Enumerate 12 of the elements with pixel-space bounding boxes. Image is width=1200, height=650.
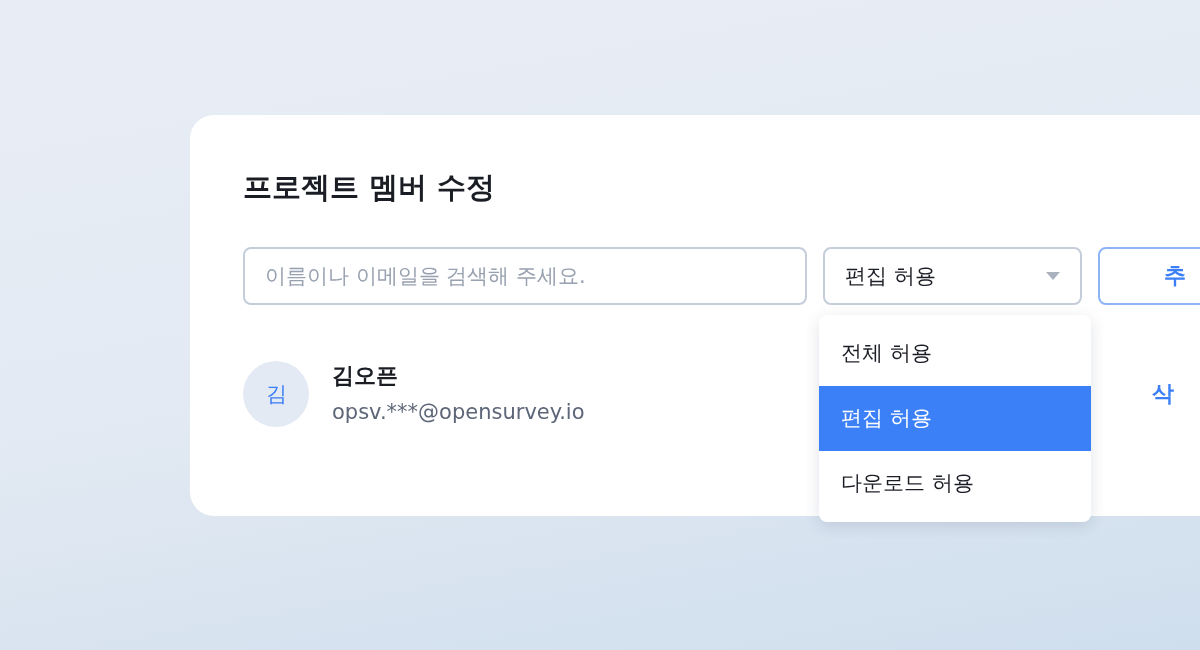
member-name: 김오픈 xyxy=(332,362,398,390)
dropdown-option[interactable]: 다운로드 허용 xyxy=(819,451,1091,516)
dropdown-option[interactable]: 편집 허용 xyxy=(819,386,1091,451)
avatar: 김 xyxy=(243,361,309,427)
permission-dropdown[interactable]: 편집 허용 xyxy=(823,247,1082,305)
search-field[interactable]: 이름이나 이메일을 검색해 주세요. xyxy=(243,247,807,305)
member-email: opsv.***@opensurvey.io xyxy=(332,399,585,426)
add-button[interactable]: 추 xyxy=(1098,247,1200,305)
dropdown-option[interactable]: 전체 허용 xyxy=(819,321,1091,386)
caret-icon xyxy=(1046,272,1060,280)
dialog-title: 프로젝트 멤버 수정 xyxy=(243,169,497,206)
delete-button[interactable]: 삭 xyxy=(1152,379,1174,409)
